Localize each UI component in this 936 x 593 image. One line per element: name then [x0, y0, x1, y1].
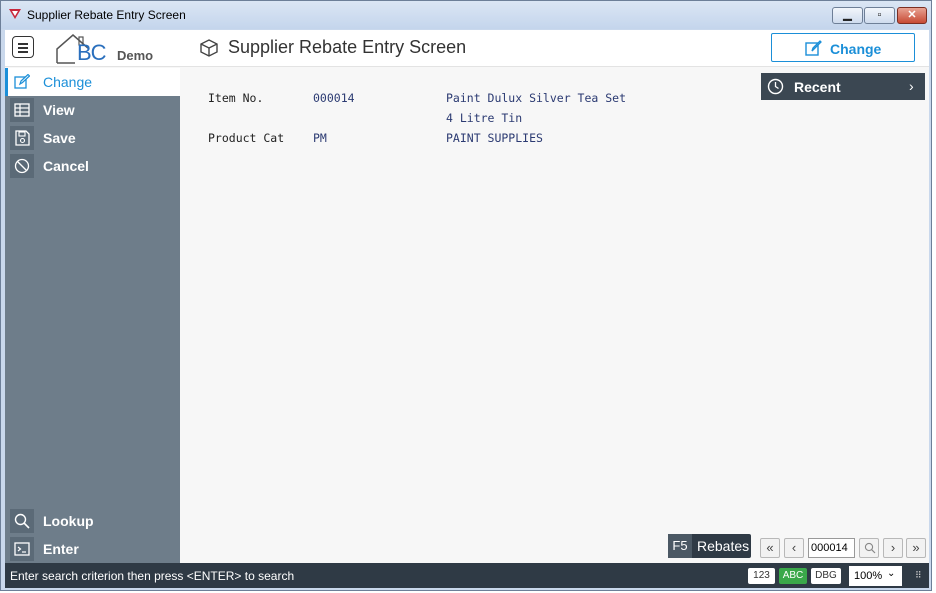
record-input[interactable]: 000014	[808, 538, 855, 558]
product-cat-label: Product Cat	[208, 131, 285, 145]
sidebar-item-cancel[interactable]: Cancel	[5, 152, 180, 180]
client-area: BC Demo Supplier Rebate Entry Screen Cha…	[5, 30, 929, 588]
product-cat-value[interactable]: PM	[313, 131, 327, 145]
title-bar[interactable]: Supplier Rebate Entry Screen ▁ ▫ ✕	[1, 1, 931, 29]
search-icon	[14, 513, 30, 529]
recent-label: Recent	[794, 79, 841, 95]
status-message: Enter search criterion then press <ENTER…	[10, 569, 295, 583]
first-record-button[interactable]: «	[760, 538, 780, 558]
record-search-button[interactable]	[859, 538, 879, 558]
app-header: BC Demo Supplier Rebate Entry Screen Cha…	[5, 30, 929, 67]
edit-icon	[14, 74, 30, 89]
chevron-left-icon: ‹	[791, 540, 797, 555]
change-button[interactable]: Change	[771, 33, 915, 62]
function-key: F5	[668, 534, 692, 558]
cancel-icon	[14, 158, 30, 174]
status-bar: Enter search criterion then press <ENTER…	[5, 563, 929, 588]
item-description-line1: Paint Dulux Silver Tea Set	[446, 91, 627, 105]
sidebar-item-label: Save	[43, 130, 76, 146]
item-no-label: Item No.	[208, 91, 264, 105]
cube-icon	[200, 39, 218, 57]
sidebar-item-lookup[interactable]: Lookup	[5, 507, 180, 535]
search-icon	[864, 542, 876, 554]
sidebar-item-view[interactable]: View	[5, 96, 180, 124]
last-record-button[interactable]: »	[906, 538, 926, 558]
sidebar-item-change[interactable]: Change	[5, 68, 180, 96]
item-no-value[interactable]: 000014	[313, 91, 355, 105]
rebates-function-button[interactable]: F5 Rebates	[668, 534, 751, 558]
alpha-mode-badge[interactable]: ABC	[779, 568, 807, 584]
app-window: Supplier Rebate Entry Screen ▁ ▫ ✕ BC De…	[0, 0, 932, 591]
sidebar-item-label: Cancel	[43, 158, 89, 174]
close-button[interactable]: ✕	[897, 7, 927, 24]
close-icon: ✕	[907, 9, 917, 21]
maximize-icon: ▫	[877, 9, 882, 21]
window-title: Supplier Rebate Entry Screen	[27, 8, 186, 22]
minimize-icon: ▁	[843, 9, 852, 21]
sidebar-item-label: Enter	[43, 541, 79, 557]
active-indicator	[5, 68, 8, 96]
chevron-right-icon: ›	[909, 78, 914, 94]
chevron-right-icon: ›	[890, 540, 896, 555]
zoom-value: 100%	[854, 570, 883, 582]
debug-badge[interactable]: DBG	[811, 568, 841, 584]
product-cat-description: PAINT SUPPLIES	[446, 131, 543, 145]
previous-record-button[interactable]: ‹	[784, 538, 804, 558]
zoom-select[interactable]: 100% ⌄	[849, 566, 902, 586]
item-description-line2: 4 Litre Tin	[446, 111, 523, 125]
logo-subtitle: Demo	[117, 48, 154, 63]
main-content: Item No. 000014 Paint Dulux Silver Tea S…	[180, 68, 929, 563]
clock-icon	[767, 78, 784, 95]
double-chevron-right-icon: »	[912, 540, 920, 555]
sidebar-item-enter[interactable]: Enter	[5, 535, 180, 563]
maximize-button[interactable]: ▫	[864, 7, 895, 24]
sidebar-item-label: Change	[43, 74, 93, 90]
recent-panel-button[interactable]: Recent ›	[761, 73, 925, 100]
edit-icon	[805, 40, 822, 56]
sidebar-item-label: View	[43, 102, 75, 118]
sidebar-item-save[interactable]: Save	[5, 124, 180, 152]
resize-grip-icon[interactable]: ⠿	[915, 570, 922, 581]
chevron-down-icon: ⌄	[887, 568, 896, 579]
sidebar: Change View Save Cancel Lookup Enter	[5, 68, 180, 563]
next-record-button[interactable]: ›	[883, 538, 903, 558]
logo-text: BC	[77, 40, 107, 65]
minimize-button[interactable]: ▁	[832, 7, 863, 24]
terminal-icon	[14, 542, 30, 556]
table-icon	[14, 103, 30, 117]
page-title: Supplier Rebate Entry Screen	[228, 37, 467, 57]
save-icon	[15, 130, 30, 146]
double-chevron-left-icon: «	[766, 540, 774, 555]
function-key-label: Rebates	[697, 538, 750, 554]
app-logo-icon	[9, 9, 21, 19]
numeric-mode-badge[interactable]: 123	[748, 568, 775, 584]
change-button-label: Change	[830, 41, 882, 57]
menu-button[interactable]	[12, 36, 34, 58]
sidebar-item-label: Lookup	[43, 513, 94, 529]
